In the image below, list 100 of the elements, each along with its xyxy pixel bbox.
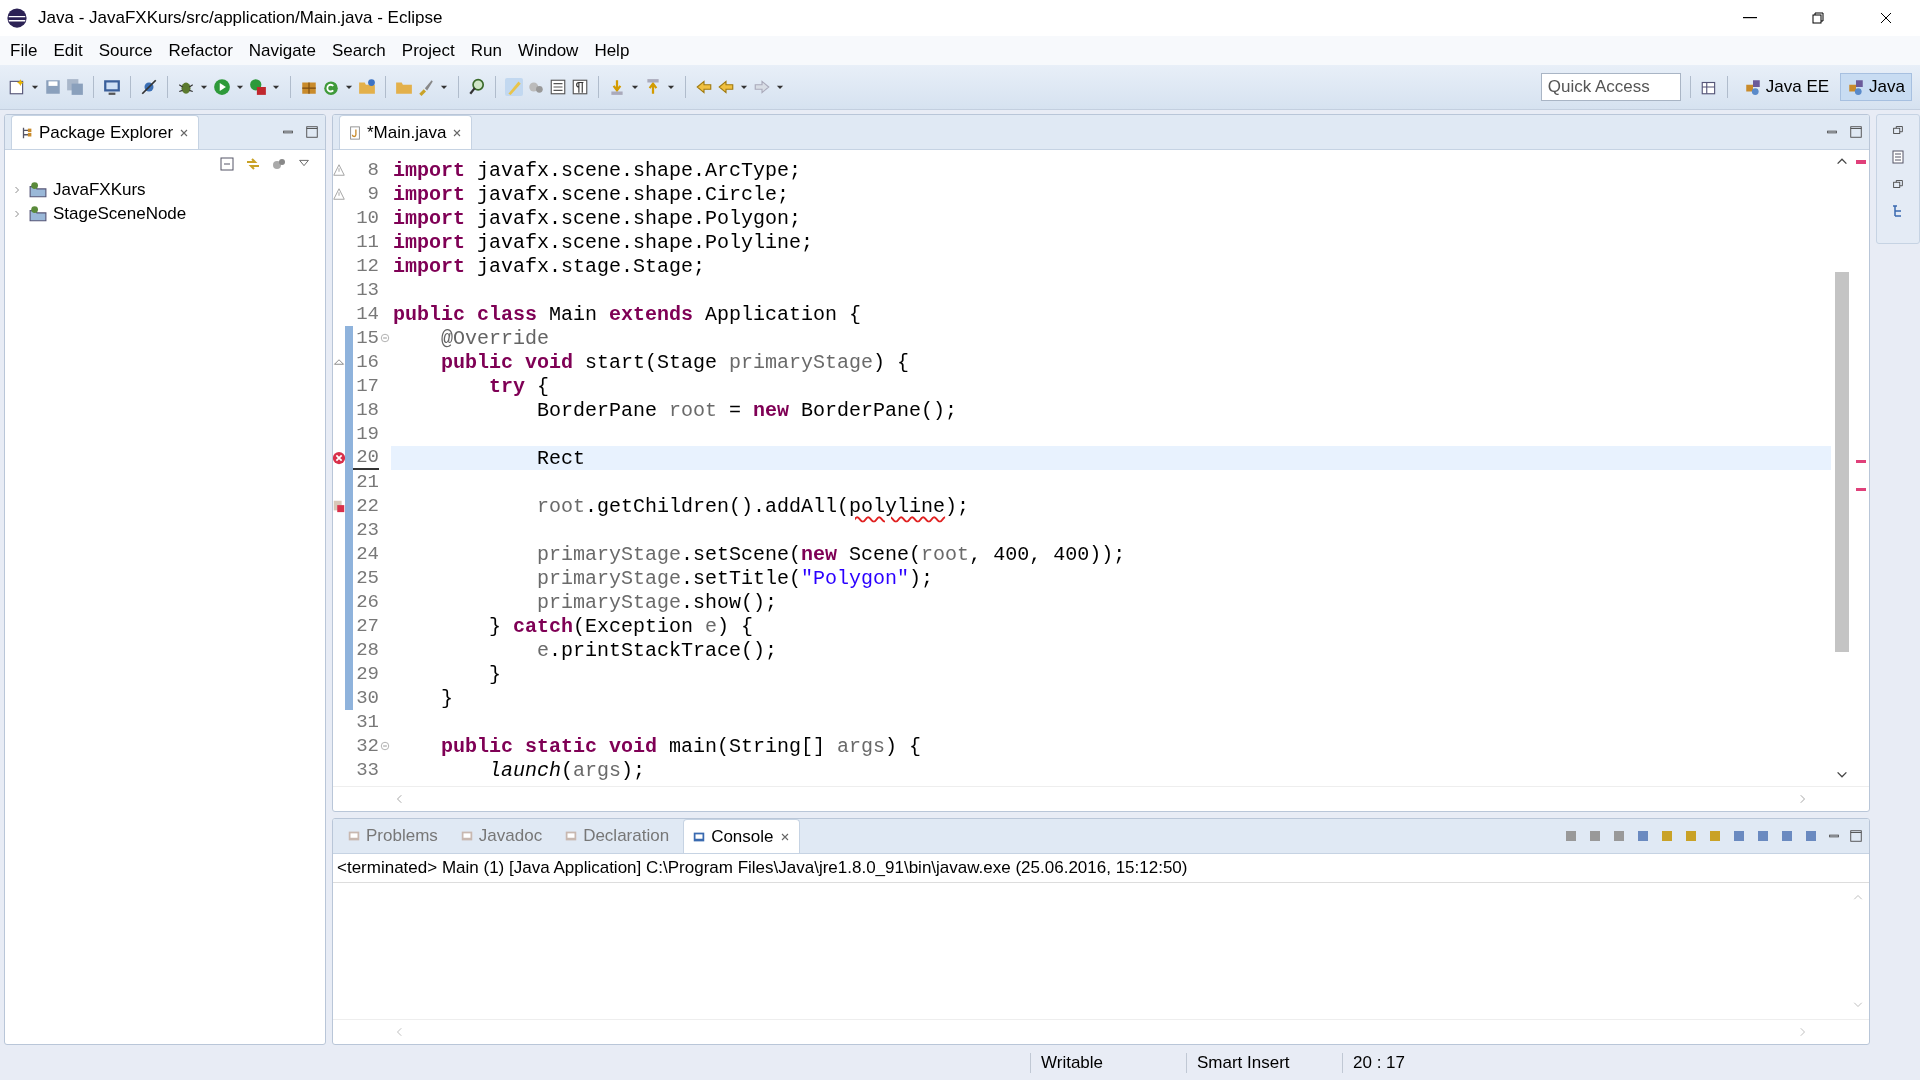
status-field: Writable bbox=[1030, 1053, 1186, 1073]
save-all-icon[interactable] bbox=[66, 78, 84, 96]
line-number: 32 bbox=[355, 735, 379, 757]
restore-icon[interactable] bbox=[1891, 123, 1905, 137]
line-number: 14 bbox=[355, 303, 379, 325]
menu-item[interactable]: Refactor bbox=[160, 37, 241, 64]
maximize-icon[interactable] bbox=[305, 125, 319, 139]
line-number: 13 bbox=[355, 279, 379, 301]
line-number: 20 bbox=[353, 446, 379, 470]
code-line: e.printStackTrace(); bbox=[536, 638, 778, 662]
error-overview-marker[interactable] bbox=[1856, 160, 1866, 164]
console-header: <terminated> Main (1) [Java Application] C:\Program Files\Java\jre1.8.0_91\bin\javaw.exe (25.06.2016, 15:12:50) bbox=[333, 854, 1869, 883]
package-explorer-icon bbox=[20, 125, 34, 140]
block-selection-icon[interactable] bbox=[549, 78, 567, 96]
java-file-icon bbox=[348, 125, 362, 140]
line-number: 15 bbox=[355, 327, 379, 349]
error-overview-marker[interactable] bbox=[1856, 460, 1866, 463]
task-list-icon[interactable] bbox=[1890, 149, 1906, 165]
view-tab[interactable]: Problems bbox=[339, 819, 446, 853]
problems-icon bbox=[347, 829, 361, 843]
line-number: 8 bbox=[366, 159, 379, 181]
menu-item[interactable]: Window bbox=[509, 37, 587, 64]
line-number: 11 bbox=[355, 231, 379, 253]
skip-breakpoints-icon[interactable] bbox=[140, 78, 158, 96]
minimize-icon bbox=[1743, 17, 1757, 19]
line-number: 9 bbox=[366, 183, 379, 205]
code-line: public void start(Stage primaryStage) { bbox=[440, 350, 910, 374]
line-number: 19 bbox=[355, 423, 379, 445]
declaration-icon bbox=[564, 829, 579, 843]
code-line: try { bbox=[488, 374, 550, 398]
line-number: 26 bbox=[355, 591, 379, 613]
code-line: import javafx.scene.shape.Polyline; bbox=[393, 230, 814, 254]
close-icon bbox=[1878, 10, 1894, 26]
status-field: 20 : 17 bbox=[1342, 1053, 1493, 1073]
project-folder-icon bbox=[29, 181, 47, 199]
perspective-button[interactable]: Java bbox=[1840, 73, 1912, 101]
code-line: launch(args); bbox=[488, 758, 646, 782]
line-number: 17 bbox=[355, 375, 379, 397]
code-line: root.getChildren().addAll(polyline); bbox=[536, 494, 970, 518]
code-line: import javafx.scene.shape.Circle; bbox=[393, 182, 790, 206]
class-icon[interactable] bbox=[322, 78, 340, 96]
new-file-icon[interactable] bbox=[8, 78, 26, 96]
project-folder-icon bbox=[29, 205, 47, 223]
line-number: 24 bbox=[355, 543, 379, 565]
whitespace-icon[interactable] bbox=[571, 78, 589, 96]
code-line: import javafx.scene.shape.Polygon; bbox=[393, 206, 802, 230]
eclipse-logo-icon bbox=[6, 7, 28, 29]
tree-item[interactable]: JavaFXKurs bbox=[53, 180, 146, 200]
editor-tab[interactable]: *Main.java bbox=[339, 115, 473, 149]
line-number: 12 bbox=[355, 255, 379, 277]
code-line: primaryStage.setTitle("Polygon"); bbox=[536, 566, 934, 590]
code-line: Rect bbox=[536, 446, 586, 470]
code-line: public class Main extends Application { bbox=[393, 302, 862, 326]
menu-item[interactable]: Source bbox=[90, 37, 161, 64]
menu-item[interactable]: Navigate bbox=[240, 37, 324, 64]
menu-item[interactable]: Search bbox=[323, 37, 394, 64]
search-icon[interactable] bbox=[468, 78, 486, 96]
code-line: @Override bbox=[440, 326, 550, 350]
view-tab[interactable]: Javadoc bbox=[451, 819, 551, 853]
menu-item[interactable]: Run bbox=[462, 37, 510, 64]
menu-item[interactable]: Edit bbox=[45, 37, 91, 64]
line-number: 10 bbox=[355, 207, 379, 229]
view-tab[interactable]: Declaration bbox=[556, 819, 678, 853]
maximize-icon[interactable] bbox=[1849, 125, 1863, 139]
collapse-all-icon[interactable] bbox=[219, 156, 235, 172]
view-tab[interactable]: Console bbox=[683, 819, 800, 853]
run-tool-icon[interactable] bbox=[249, 78, 267, 96]
code-line: } catch(Exception e) { bbox=[488, 614, 754, 638]
monitor-icon[interactable] bbox=[103, 78, 121, 96]
line-number: 29 bbox=[355, 663, 379, 685]
perspective-button[interactable]: Java EE bbox=[1736, 73, 1837, 101]
run-icon[interactable] bbox=[213, 78, 231, 96]
link-editor-icon[interactable] bbox=[245, 156, 261, 172]
status-field: Smart Insert bbox=[1186, 1053, 1342, 1073]
last-edit-icon[interactable] bbox=[695, 78, 713, 96]
fold-icon[interactable] bbox=[379, 740, 391, 752]
line-number: 16 bbox=[355, 351, 379, 373]
line-number: 25 bbox=[355, 567, 379, 589]
code-line: primaryStage.setScene(new Scene(root, 400, 400)); bbox=[536, 542, 1126, 566]
cubes-icon bbox=[1743, 78, 1762, 96]
package-explorer-tab[interactable]: Package Explorer bbox=[11, 115, 200, 149]
quick-access-field[interactable]: Quick Access bbox=[1540, 73, 1681, 101]
line-number: 21 bbox=[355, 471, 379, 493]
line-number: 31 bbox=[355, 711, 379, 733]
menu-item[interactable]: File bbox=[2, 37, 46, 64]
tree-item[interactable]: StageSceneNode bbox=[53, 204, 187, 224]
error-overview-marker[interactable] bbox=[1856, 488, 1866, 491]
javadoc-icon bbox=[459, 829, 474, 843]
java-cube-icon bbox=[1847, 78, 1866, 96]
menu-item[interactable]: Help bbox=[586, 37, 638, 64]
fold-icon[interactable] bbox=[379, 332, 391, 344]
code-line: } bbox=[488, 662, 502, 686]
folder-icon[interactable] bbox=[358, 78, 376, 96]
error-marker-icon bbox=[333, 499, 346, 513]
menu-item[interactable]: Project bbox=[393, 37, 463, 64]
restore-icon[interactable] bbox=[1891, 177, 1905, 191]
code-line: primaryStage.show(); bbox=[536, 590, 778, 614]
maximize-icon[interactable] bbox=[1849, 829, 1863, 843]
code-line: BorderPane root = new BorderPane(); bbox=[536, 398, 958, 422]
line-number: 22 bbox=[355, 495, 379, 517]
